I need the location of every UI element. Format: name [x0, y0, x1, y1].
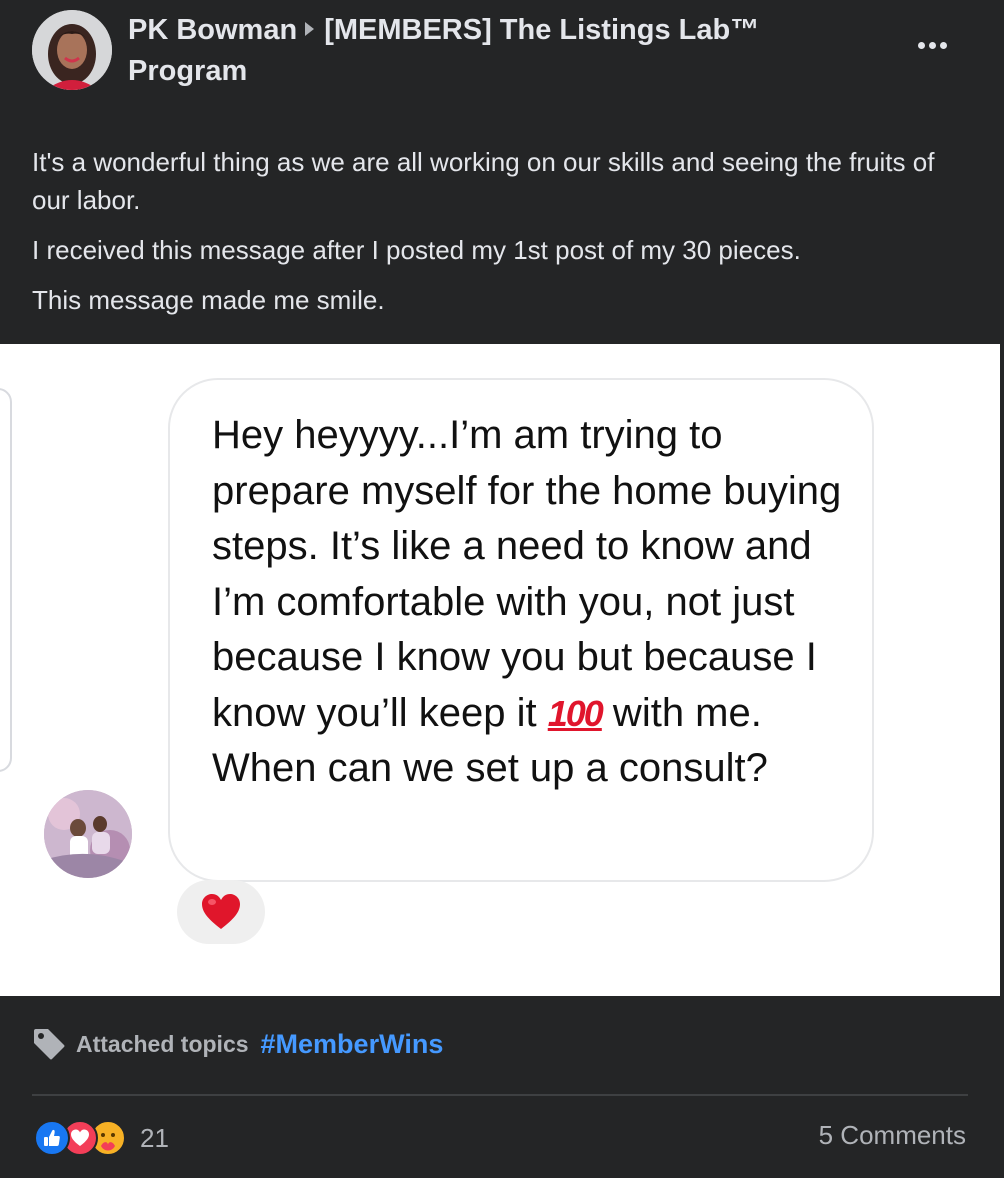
heart-icon — [202, 894, 240, 929]
comments-count-link[interactable]: 5 Comments — [819, 1120, 966, 1151]
attached-topics: Attached topics #MemberWins — [32, 1024, 443, 1064]
like-icon — [34, 1120, 70, 1156]
divider — [32, 1094, 968, 1096]
post-title: PK Bowman [MEMBERS] The Listings Lab™ Pro… — [128, 10, 808, 92]
message-text-part: Hey heyyyy...I’m am trying to prepare my… — [212, 413, 842, 735]
post-image[interactable]: Hey heyyyy...I’m am trying to prepare my… — [0, 344, 1000, 996]
message-bubble: Hey heyyyy...I’m am trying to prepare my… — [168, 378, 874, 882]
topic-hashtag-link[interactable]: #MemberWins — [261, 1029, 444, 1060]
image-panel-edge — [0, 388, 12, 772]
tag-icon — [34, 1029, 65, 1060]
reactions-summary[interactable]: 21 — [34, 1118, 169, 1158]
more-options-dot — [928, 41, 936, 49]
post-body: It's a wonderful thing as we are all wor… — [32, 143, 962, 331]
post-paragraph: I received this message after I posted m… — [32, 235, 801, 265]
hundred-points-icon: 100 — [547, 692, 604, 734]
message-text: Hey heyyyy...I’m am trying to prepare my… — [212, 408, 852, 797]
author-name[interactable]: PK Bowman — [128, 14, 297, 46]
post-paragraph: This message made me smile. — [32, 285, 385, 315]
post-header: PK Bowman [MEMBERS] The Listings Lab™ Pro… — [0, 0, 1004, 120]
message-reaction — [177, 880, 265, 944]
more-options-button[interactable] — [912, 30, 952, 60]
more-options-icon — [917, 41, 925, 49]
triangle-right-icon — [305, 22, 315, 36]
post-card: PK Bowman [MEMBERS] The Listings Lab™ Pro… — [0, 0, 1004, 1178]
post-paragraph: It's a wonderful thing as we are all wor… — [32, 147, 935, 215]
sender-avatar — [44, 790, 132, 878]
author-avatar[interactable] — [32, 10, 112, 90]
reaction-count: 21 — [140, 1122, 169, 1153]
more-options-dot — [939, 41, 947, 49]
attached-topics-label: Attached topics — [76, 1030, 249, 1057]
